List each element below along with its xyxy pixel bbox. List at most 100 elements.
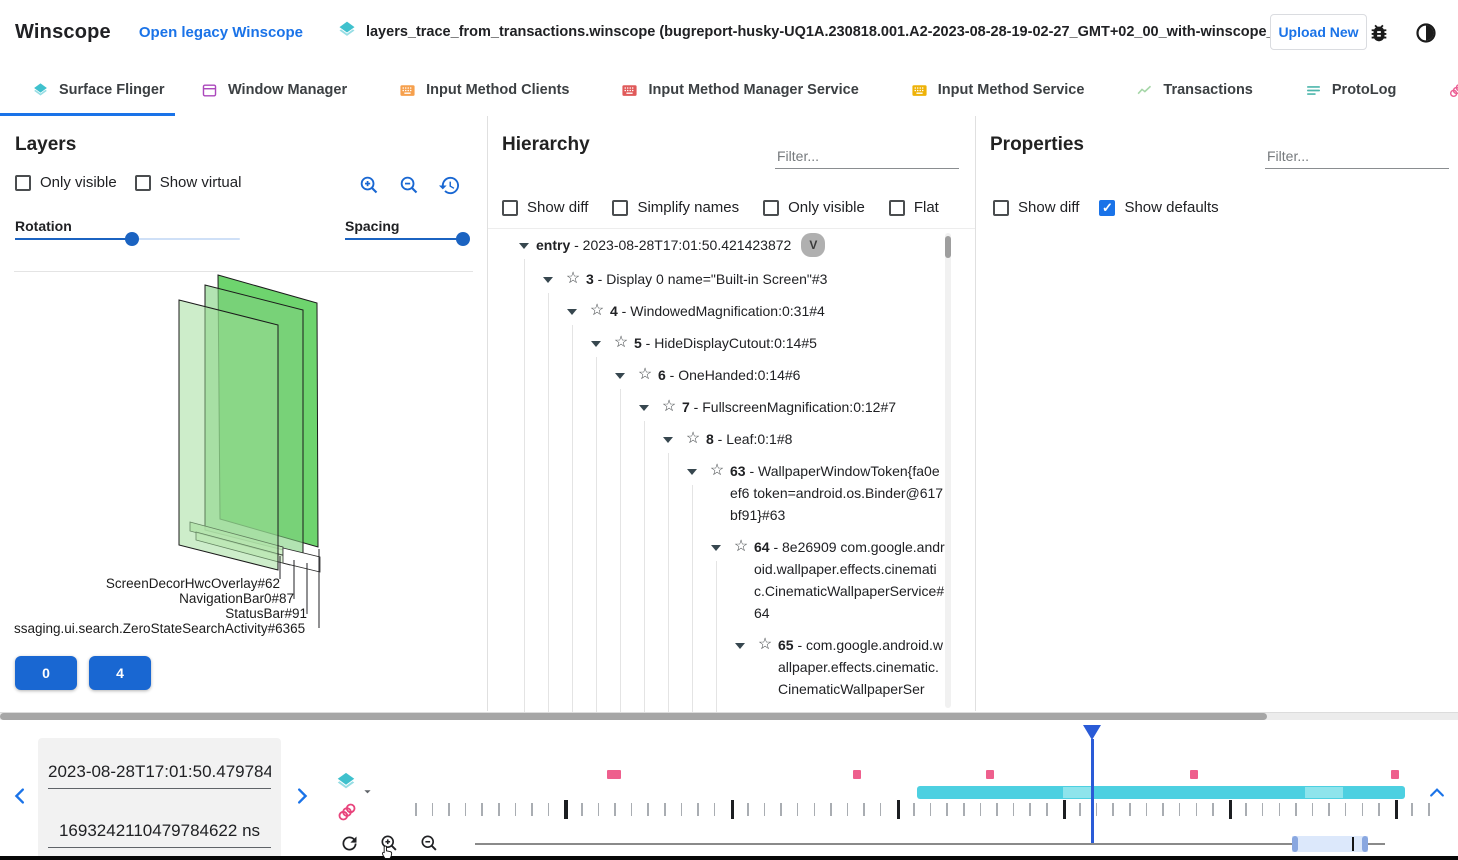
unchecked-box[interactable] — [763, 200, 779, 216]
expand-arrow-icon[interactable] — [584, 332, 608, 347]
transition-marker[interactable] — [853, 770, 861, 779]
timeline-section — [0, 712, 1458, 860]
checkbox-show-virtual[interactable]: Show virtual — [135, 174, 242, 191]
zoom-out-icon[interactable] — [396, 172, 423, 199]
tab-surface-flinger[interactable]: Surface Flinger — [0, 64, 175, 116]
expand-arrow-icon[interactable] — [608, 364, 632, 379]
expand-arrow-icon[interactable] — [536, 268, 560, 283]
trace-coverage-bar[interactable] — [917, 786, 1405, 799]
pin-star-icon[interactable]: ☆ — [584, 300, 610, 322]
tree-node-entry[interactable]: entry - 2023-08-28T17:01:50.421423872V — [488, 229, 975, 263]
unchecked-box[interactable] — [502, 200, 518, 216]
pin-star-icon[interactable]: ☆ — [704, 460, 730, 482]
checkbox-label: Show defaults — [1124, 199, 1218, 216]
tree-node-5[interactable]: ☆5 - HideDisplayCutout:0:14#5 — [488, 327, 975, 359]
zoom-range-tick — [1352, 837, 1354, 851]
open-legacy-link[interactable]: Open legacy Winscope — [139, 24, 303, 41]
expand-arrow-icon[interactable] — [512, 234, 536, 249]
checkbox-show-diff[interactable]: Show diff — [993, 199, 1079, 216]
zoom-in-icon[interactable] — [356, 172, 383, 199]
hierarchy-filter-input[interactable] — [775, 144, 959, 169]
next-entry-chevron-icon[interactable] — [288, 783, 314, 809]
tree-node-label: 63 - WallpaperWindowToken{fa0eef6 token=… — [730, 460, 945, 526]
properties-filter-input[interactable] — [1265, 144, 1449, 169]
dark-mode-toggle-icon[interactable] — [1412, 19, 1440, 47]
indent-guide — [596, 357, 597, 712]
checkbox-only-visible[interactable]: Only visible — [15, 174, 117, 191]
tree-node-4[interactable]: ☆4 - WindowedMagnification:0:31#4 — [488, 295, 975, 327]
spacing-slider[interactable] — [345, 232, 463, 246]
tree-node-6[interactable]: ☆6 - OneHanded:0:14#6 — [488, 359, 975, 391]
tree-node-3[interactable]: ☆3 - Display 0 name="Built-in Screen"#3 — [488, 263, 975, 295]
pin-star-icon[interactable]: ☆ — [680, 428, 706, 450]
expand-arrow-icon[interactable] — [728, 634, 752, 649]
unchecked-box[interactable] — [135, 175, 151, 191]
tab-input-method-manager-service[interactable]: Input Method Manager Service — [595, 64, 884, 116]
prev-entry-chevron-icon[interactable] — [8, 783, 34, 809]
timeline-cursor-head[interactable] — [1083, 725, 1101, 740]
upload-new-button[interactable]: Upload New — [1270, 14, 1367, 50]
ruler-minor-tick — [1312, 803, 1314, 816]
expand-arrow-icon[interactable] — [680, 460, 704, 475]
transition-marker[interactable] — [1391, 770, 1399, 779]
tree-node-7[interactable]: ☆7 - FullscreenMagnification:0:12#7 — [488, 391, 975, 423]
tab-input-method-service[interactable]: Input Method Service — [885, 64, 1111, 116]
zoom-range-track[interactable] — [475, 843, 1385, 845]
checked-box[interactable]: ✓ — [1099, 200, 1115, 216]
expand-arrow-icon[interactable] — [632, 396, 656, 411]
expand-arrow-icon[interactable] — [704, 536, 728, 551]
tab-input-method-clients[interactable]: Input Method Clients — [373, 64, 595, 116]
unchecked-box[interactable] — [889, 200, 905, 216]
display-id-button[interactable]: 0 — [15, 656, 77, 690]
checkbox-only-visible[interactable]: Only visible — [763, 199, 865, 216]
expand-arrow-icon[interactable] — [560, 300, 584, 315]
transition-marker[interactable] — [607, 770, 621, 779]
pin-star-icon[interactable]: ☆ — [560, 268, 586, 290]
tree-node-8[interactable]: ☆8 - Leaf:0:1#8 — [488, 423, 975, 455]
zoom-range-selection[interactable] — [1292, 836, 1368, 852]
pin-star-icon[interactable]: ☆ — [608, 332, 634, 354]
hierarchy-scrollbar[interactable] — [945, 233, 951, 708]
pin-star-icon[interactable]: ☆ — [656, 396, 682, 418]
unchecked-box[interactable] — [15, 175, 31, 191]
checkbox-simplify-names[interactable]: Simplify names — [612, 199, 739, 216]
transition-marker[interactable] — [986, 770, 994, 779]
trace-selector-caret-icon[interactable] — [358, 782, 377, 801]
transition-marker[interactable] — [1190, 770, 1198, 779]
pin-star-icon[interactable]: ☆ — [752, 634, 778, 656]
pin-star-icon[interactable]: ☆ — [728, 536, 754, 558]
checkbox-flat[interactable]: Flat — [889, 199, 939, 216]
timeline-cursor-line[interactable] — [1091, 739, 1094, 844]
checkbox-show-diff[interactable]: Show diff — [502, 199, 588, 216]
ruler-minor-tick — [1345, 803, 1347, 816]
timeline-zoom-out-icon[interactable] — [417, 831, 442, 856]
collapse-timeline-chevron-icon[interactable] — [1425, 781, 1449, 805]
tree-node-64[interactable]: ☆64 - 8e26909 com.google.android.wallpap… — [488, 531, 975, 629]
transitions-trace-icon[interactable] — [334, 799, 360, 825]
surface-flinger-trace-icon[interactable] — [333, 769, 359, 795]
unchecked-box[interactable] — [612, 200, 628, 216]
checkbox-show-defaults[interactable]: ✓ Show defaults — [1099, 199, 1218, 216]
timeline-scrollbar[interactable] — [0, 713, 1458, 720]
human-time-input[interactable] — [48, 762, 271, 789]
refresh-icon[interactable] — [337, 831, 362, 856]
display-id-button[interactable]: 4 — [89, 656, 151, 690]
tab-transactions[interactable]: Transactions — [1110, 64, 1278, 116]
expand-arrow-icon[interactable] — [656, 428, 680, 443]
tree-node-63[interactable]: ☆63 - WallpaperWindowToken{fa0eef6 token… — [488, 455, 975, 531]
tab-tr[interactable]: Tr — [1422, 64, 1458, 116]
tab-protolog[interactable]: ProtoLog — [1279, 64, 1422, 116]
tab-label: Input Method Service — [938, 82, 1085, 98]
ruler-minor-tick — [415, 803, 417, 816]
tree-node-65[interactable]: ☆65 - com.google.android.wallpaper.effec… — [488, 629, 975, 705]
reset-view-history-icon[interactable] — [436, 172, 463, 199]
zoom-range-handle-left[interactable] — [1292, 836, 1298, 852]
ns-time-input[interactable] — [48, 821, 271, 848]
pin-star-icon[interactable]: ☆ — [632, 364, 658, 386]
tab-window-manager[interactable]: Window Manager — [175, 64, 373, 116]
zoom-range-handle-right[interactable] — [1362, 836, 1368, 852]
report-bug-icon[interactable] — [1366, 20, 1392, 46]
checkbox-label: Show virtual — [160, 174, 242, 191]
rotation-slider[interactable] — [15, 232, 240, 246]
unchecked-box[interactable] — [993, 200, 1009, 216]
